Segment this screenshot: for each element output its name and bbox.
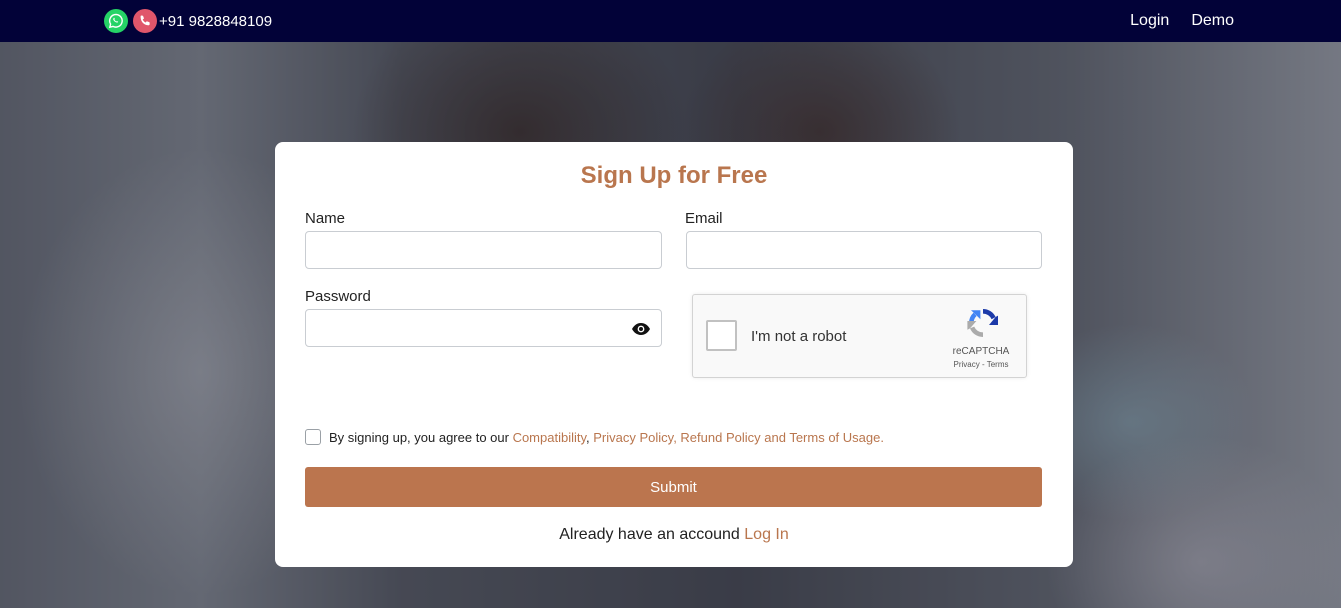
email-label: Email xyxy=(685,210,723,227)
recaptcha-logo-icon xyxy=(965,305,1001,341)
login-link[interactable]: Login xyxy=(1130,12,1169,30)
agreement-prefix: By signing up, you agree to our xyxy=(329,430,513,445)
login-prompt-text: Already have an accound xyxy=(559,526,740,543)
password-input[interactable] xyxy=(305,309,662,347)
recaptcha-label: I'm not a robot xyxy=(751,328,847,345)
recaptcha-checkbox[interactable] xyxy=(706,320,737,351)
recaptcha-widget: I'm not a robot reCAPTCHA Privacy - Term… xyxy=(692,294,1027,378)
top-nav: Login Demo xyxy=(1130,12,1234,30)
login-prompt: Already have an accound Log In xyxy=(275,526,1073,544)
agreement-text: By signing up, you agree to our Compatib… xyxy=(329,430,884,445)
form-title: Sign Up for Free xyxy=(580,162,768,189)
agreement-and: and xyxy=(760,430,790,445)
name-input[interactable] xyxy=(305,231,662,269)
signup-card: Sign Up for Free Name Email Password I'm… xyxy=(275,142,1073,567)
submit-button[interactable]: Submit xyxy=(305,467,1042,507)
whatsapp-icon[interactable] xyxy=(104,9,128,33)
log-in-link[interactable]: Log In xyxy=(744,526,788,543)
contact-info: +91 9828848109 xyxy=(104,9,272,33)
agreement-suffix: . xyxy=(880,430,884,445)
terms-of-usage-link[interactable]: Terms of Usage xyxy=(789,430,880,445)
recaptcha-terms-link[interactable]: Terms xyxy=(987,360,1009,369)
recaptcha-privacy-link[interactable]: Privacy xyxy=(954,360,980,369)
compatibility-link[interactable]: Compatibility xyxy=(513,430,586,445)
phone-number[interactable]: +91 9828848109 xyxy=(159,13,272,30)
email-input[interactable] xyxy=(686,231,1042,269)
eye-icon[interactable] xyxy=(631,321,651,337)
agree-checkbox[interactable] xyxy=(305,429,321,445)
recaptcha-brand: reCAPTCHA xyxy=(952,346,1010,357)
recaptcha-link-separator: - xyxy=(979,360,987,369)
recaptcha-links: Privacy - Terms xyxy=(941,360,1021,369)
privacy-policy-link[interactable]: Privacy Policy, xyxy=(593,430,680,445)
demo-link[interactable]: Demo xyxy=(1191,12,1234,30)
name-label: Name xyxy=(305,210,346,227)
password-label: Password xyxy=(305,288,371,305)
refund-policy-link[interactable]: Refund Policy xyxy=(680,430,760,445)
phone-icon[interactable] xyxy=(133,9,157,33)
top-bar: +91 9828848109 Login Demo xyxy=(0,0,1341,42)
